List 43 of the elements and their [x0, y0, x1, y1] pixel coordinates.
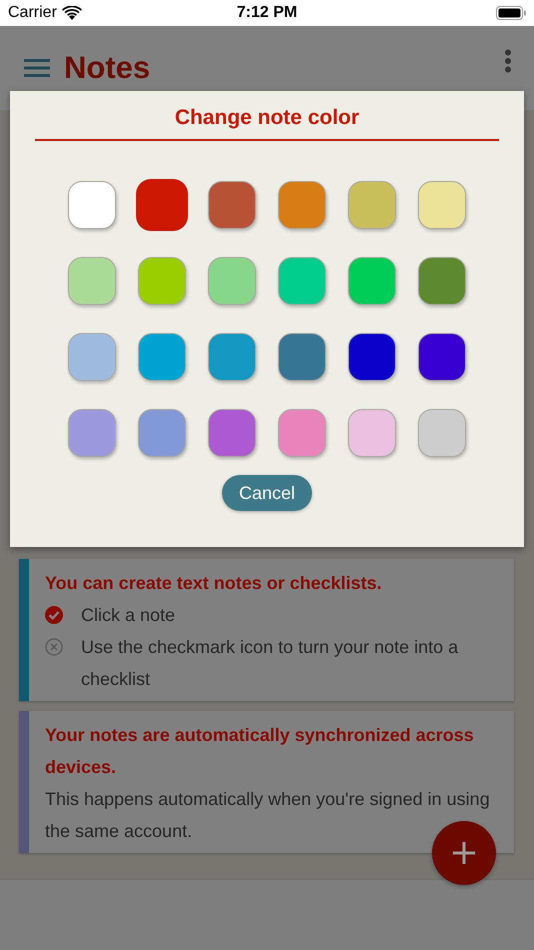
color-swatch[interactable] — [348, 181, 396, 229]
checklist-item: Click a note — [81, 604, 176, 627]
app-title: Notes — [64, 50, 150, 86]
color-swatch[interactable] — [138, 257, 186, 305]
color-swatch[interactable] — [278, 257, 326, 305]
battery-icon — [496, 6, 526, 20]
color-swatch[interactable] — [138, 409, 186, 457]
color-swatch[interactable] — [138, 333, 186, 381]
plus-icon — [453, 842, 475, 864]
color-swatch[interactable] — [68, 409, 116, 457]
note-title: You can create text notes or checklists. — [45, 572, 383, 595]
color-swatch[interactable] — [208, 333, 256, 381]
color-swatch[interactable] — [418, 409, 466, 457]
more-icon[interactable] — [504, 49, 512, 73]
color-swatch[interactable] — [208, 181, 256, 229]
checked-icon[interactable] — [45, 606, 63, 624]
menu-icon[interactable] — [24, 59, 50, 77]
color-swatch[interactable] — [278, 181, 326, 229]
color-swatch[interactable] — [68, 257, 116, 305]
color-swatch[interactable] — [278, 333, 326, 381]
color-swatch[interactable] — [278, 409, 326, 457]
checklist-item: Use the checkmark icon to turn your note into a checklist — [81, 636, 460, 691]
color-swatch[interactable] — [68, 181, 116, 229]
wifi-icon — [62, 6, 82, 20]
color-swatch[interactable] — [418, 257, 466, 305]
color-swatch[interactable] — [418, 333, 466, 381]
color-swatch[interactable] — [418, 181, 466, 229]
note-card[interactable]: You can create text notes or checklists. Click a note Use the checkmark icon to turn your note into a checklist — [19, 559, 514, 701]
dialog-title: Change note color — [174, 106, 360, 130]
color-swatch[interactable] — [348, 257, 396, 305]
note-text: This happens automatically when you're signed in using the same account. — [45, 788, 491, 843]
color-swatch[interactable] — [68, 333, 116, 381]
status-time: 7:12 PM — [236, 4, 298, 22]
color-swatch[interactable] — [348, 409, 396, 457]
unchecked-icon[interactable] — [45, 638, 63, 656]
color-swatch[interactable] — [136, 179, 188, 231]
color-swatch[interactable] — [348, 333, 396, 381]
color-swatch[interactable] — [208, 257, 256, 305]
note-title: Your notes are automatically synchronized across devices. — [45, 724, 475, 779]
note-card[interactable]: Your notes are automatically synchronized across devices. This happens automatically when you're signed in using the same account. — [19, 711, 514, 853]
cancel-button[interactable]: Cancel — [222, 475, 312, 511]
carrier-label: Carrier — [8, 4, 57, 22]
color-swatch[interactable] — [208, 409, 256, 457]
